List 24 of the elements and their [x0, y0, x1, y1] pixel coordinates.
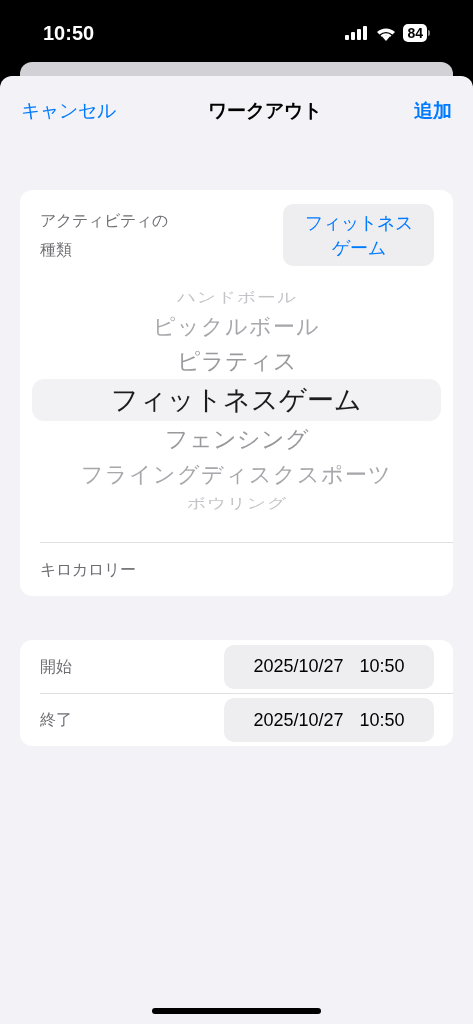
activity-type-label: アクティビティの種類 [40, 210, 169, 261]
activity-type-button[interactable]: フィットネスゲーム [283, 204, 434, 266]
picker-item[interactable]: ピックルボール [20, 309, 453, 343]
window-title: ワークアウト [208, 97, 322, 123]
picker-item[interactable]: フライングディスクスポーツ [20, 457, 453, 491]
calories-label: キロカロリー [40, 558, 136, 581]
picker-item[interactable]: フェンシング [20, 421, 453, 457]
date-time-button[interactable]: 2025/10/27 10:50 [224, 698, 434, 742]
picker-item[interactable]: フィットネスゲーム [32, 379, 441, 421]
cancel-button[interactable]: キャンセル [21, 95, 116, 125]
signal-icon [345, 26, 370, 40]
wifi-icon [376, 25, 397, 41]
time-text: 10:50 [359, 655, 405, 678]
time-text: 10:50 [359, 708, 405, 732]
battery-indicator: 84 [403, 24, 430, 42]
time-label: 開始 [40, 655, 72, 678]
picker-item[interactable]: ピラティス [20, 343, 453, 379]
activity-picker[interactable]: ハンドボール ピックルボール ピラティス フィットネスゲーム フェンシング フライングディスクスポーツ ボウリング [20, 284, 453, 516]
add-button[interactable]: 追加 [414, 95, 452, 125]
status-time: 10:50 [43, 21, 95, 46]
date-text: 2025/10/27 [253, 655, 344, 678]
date-text: 2025/10/27 [253, 708, 344, 732]
time-label: 終了 [40, 709, 72, 731]
date-time-button[interactable]: 2025/10/27 10:50 [224, 644, 434, 689]
